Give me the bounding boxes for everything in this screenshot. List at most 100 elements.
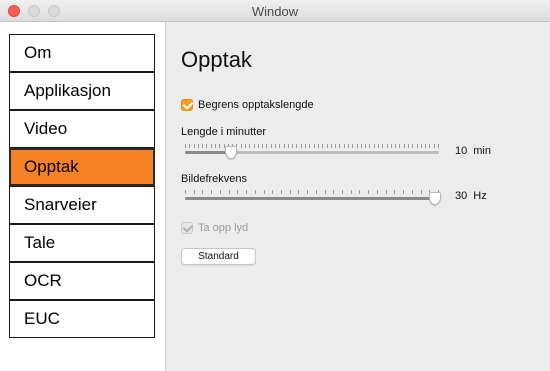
sidebar-item-ocr[interactable]: OCR xyxy=(9,262,155,300)
record-audio-checkbox[interactable] xyxy=(181,222,193,234)
slider-tick xyxy=(211,190,212,194)
slider-tick xyxy=(421,144,422,148)
slider-tick xyxy=(391,144,392,148)
slider-tick xyxy=(249,144,250,148)
slider-tick xyxy=(262,144,263,148)
window-title: Window xyxy=(251,4,299,19)
slider-tick xyxy=(348,144,349,148)
sidebar-item-video[interactable]: Video xyxy=(9,110,155,148)
length-slider-thumb[interactable] xyxy=(225,146,237,159)
slider-tick xyxy=(378,144,379,148)
slider-tick xyxy=(255,190,256,194)
slider-tick xyxy=(266,144,267,148)
slider-tick xyxy=(417,144,418,148)
sidebar-item-opptak[interactable]: Opptak xyxy=(9,148,155,186)
page-title: Opptak xyxy=(181,47,252,72)
slider-tick xyxy=(339,144,340,148)
slider-tick xyxy=(298,190,299,194)
slider-tick xyxy=(202,144,203,148)
slider-tick xyxy=(335,144,336,148)
slider-tick xyxy=(220,190,221,194)
slider-tick xyxy=(237,190,238,194)
slider-tick xyxy=(382,144,383,148)
app-window: Window Om Applikasjon Video Opptak Snarv… xyxy=(0,0,550,371)
slider-tick xyxy=(305,144,306,148)
slider-tick xyxy=(254,144,255,148)
slider-tick xyxy=(399,144,400,148)
slider-tick xyxy=(206,144,207,148)
framerate-slider-ticks xyxy=(185,190,439,194)
length-label: Lengde i minutter xyxy=(181,126,266,138)
sidebar-item-tale[interactable]: Tale xyxy=(9,224,155,262)
framerate-value-unit: Hz xyxy=(473,190,487,202)
limit-length-row[interactable]: Begrens opptakslengde xyxy=(181,98,314,112)
length-slider[interactable] xyxy=(185,142,439,162)
slider-tick xyxy=(215,144,216,148)
slider-tick xyxy=(394,190,395,194)
slider-tick xyxy=(344,144,345,148)
slider-tick xyxy=(194,190,195,194)
title-bar[interactable]: Window xyxy=(0,0,550,22)
slider-tick xyxy=(365,144,366,148)
slider-tick xyxy=(314,144,315,148)
record-audio-row[interactable]: Ta opp lyd xyxy=(181,221,248,235)
framerate-slider-fill xyxy=(185,197,439,200)
slider-tick xyxy=(258,144,259,148)
slider-tick xyxy=(189,144,190,148)
framerate-value: 30 Hz xyxy=(455,190,487,202)
slider-tick xyxy=(198,144,199,148)
slider-tick xyxy=(369,144,370,148)
slider-tick xyxy=(412,144,413,148)
slider-tick xyxy=(316,190,317,194)
sidebar-item-euc[interactable]: EUC xyxy=(9,300,155,338)
framerate-value-number: 30 xyxy=(455,190,468,202)
slider-tick xyxy=(307,190,308,194)
slider-tick xyxy=(374,144,375,148)
slider-tick xyxy=(342,190,343,194)
slider-tick xyxy=(395,144,396,148)
length-slider-fill xyxy=(185,151,228,154)
slider-tick xyxy=(309,144,310,148)
slider-tick xyxy=(377,190,378,194)
slider-tick xyxy=(281,190,282,194)
slider-tick xyxy=(386,190,387,194)
slider-tick xyxy=(185,144,186,148)
limit-length-label: Begrens opptakslengde xyxy=(198,99,314,111)
slider-tick xyxy=(296,144,297,148)
slider-tick xyxy=(202,190,203,194)
slider-tick xyxy=(368,190,369,194)
slider-tick xyxy=(327,144,328,148)
slider-tick xyxy=(290,190,291,194)
slider-tick xyxy=(322,144,323,148)
slider-tick xyxy=(412,190,413,194)
standard-button[interactable]: Standard xyxy=(181,248,256,265)
slider-tick xyxy=(284,144,285,148)
slider-tick xyxy=(408,144,409,148)
slider-tick xyxy=(425,144,426,148)
framerate-slider[interactable] xyxy=(185,188,441,208)
slider-tick xyxy=(185,190,186,194)
slider-tick xyxy=(241,144,242,148)
sidebar-item-applikasjon[interactable]: Applikasjon xyxy=(9,72,155,110)
slider-tick xyxy=(246,190,247,194)
slider-tick xyxy=(301,144,302,148)
slider-tick xyxy=(194,144,195,148)
slider-tick xyxy=(331,144,332,148)
slider-tick xyxy=(264,190,265,194)
slider-tick xyxy=(351,190,352,194)
sidebar-item-snarveier[interactable]: Snarveier xyxy=(9,186,155,224)
slider-tick xyxy=(333,190,334,194)
slider-tick xyxy=(245,144,246,148)
sidebar-item-om[interactable]: Om xyxy=(9,34,155,72)
limit-length-checkbox[interactable] xyxy=(181,99,193,111)
slider-tick xyxy=(219,144,220,148)
slider-tick xyxy=(361,144,362,148)
slider-tick xyxy=(318,144,319,148)
slider-tick xyxy=(352,144,353,148)
framerate-slider-thumb[interactable] xyxy=(429,192,441,205)
slider-tick xyxy=(359,190,360,194)
slider-tick xyxy=(421,190,422,194)
length-value: 10 min xyxy=(455,145,491,157)
slider-tick xyxy=(292,144,293,148)
slider-tick xyxy=(404,144,405,148)
